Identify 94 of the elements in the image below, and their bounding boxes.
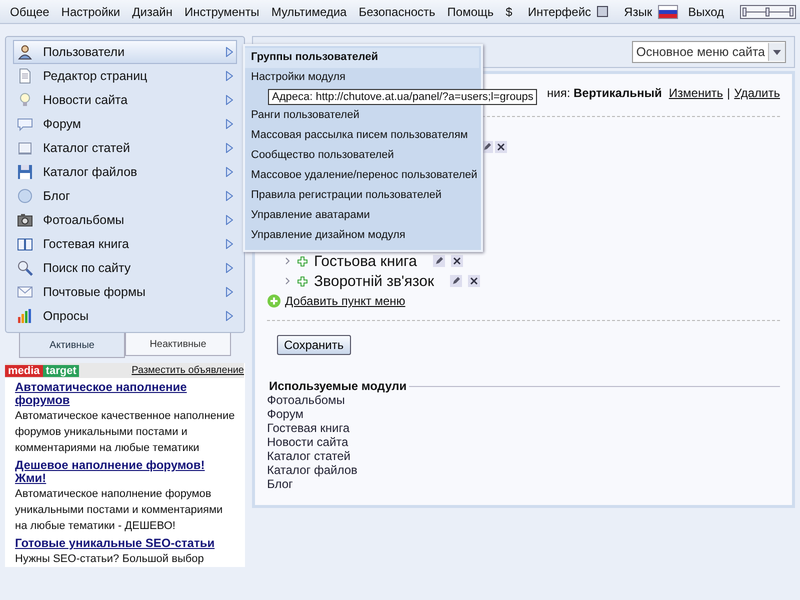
bar-chart-icon: [17, 308, 33, 324]
save-button[interactable]: Сохранить: [277, 335, 351, 355]
caret-icon: [768, 43, 785, 61]
submenu-item[interactable]: Настройки модуля: [251, 68, 479, 88]
sidebar-item[interactable]: Почтовые формы: [13, 280, 237, 304]
menu-select[interactable]: Основное меню сайта: [632, 41, 786, 63]
sidebar-item[interactable]: Каталог файлов: [13, 160, 237, 184]
slider-icon[interactable]: [740, 4, 796, 18]
submenu-item[interactable]: Управление аватарами: [251, 206, 479, 226]
module-link[interactable]: Гостевая книга: [267, 421, 780, 435]
close-icon[interactable]: [495, 141, 507, 153]
sidebar-item[interactable]: Опросы: [13, 304, 237, 328]
sidebar-item[interactable]: Поиск по сайту: [13, 256, 237, 280]
edit-link[interactable]: Изменить: [668, 86, 724, 100]
speech-bubble-icon: [17, 116, 33, 132]
submenu-item[interactable]: Массовое удаление/перенос пользователей: [251, 166, 479, 186]
sidebar-item[interactable]: Форум: [13, 112, 237, 136]
plus-icon: [297, 276, 308, 286]
top-menu-item[interactable]: Дизайн: [126, 4, 178, 18]
triangle-icon: [226, 215, 233, 225]
submenu-item[interactable]: Сообщество пользователей: [251, 146, 479, 166]
sidebar-item[interactable]: Редактор страниц: [13, 64, 237, 88]
triangle-icon: [226, 263, 233, 273]
triangle-icon: [226, 119, 233, 129]
submenu-item[interactable]: Управление дизайном модуля: [251, 226, 479, 246]
submenu-item[interactable]: Ранги пользователей: [251, 106, 479, 126]
delete-link[interactable]: Удалить: [734, 86, 780, 100]
module-link[interactable]: Форум: [267, 407, 780, 421]
chevron-icon[interactable]: [285, 277, 291, 285]
module-link[interactable]: Каталог статей: [267, 449, 780, 463]
camera-icon: [17, 212, 33, 228]
triangle-icon: [226, 287, 233, 297]
url-tooltip: Адреса: http://chutove.at.ua/panel/?a=users;l=groups: [268, 89, 538, 105]
sidebar-item[interactable]: Каталог статей: [13, 136, 237, 160]
tab[interactable]: Неактивные: [125, 333, 231, 356]
triangle-icon: [226, 191, 233, 201]
submenu-item[interactable]: Массовая рассылка писем пользователям: [251, 126, 479, 146]
triangle-icon: [226, 311, 233, 321]
modules-heading: Используемые модули: [268, 379, 408, 393]
module-link[interactable]: Новости сайта: [267, 435, 780, 449]
interface-checkbox[interactable]: [597, 6, 608, 17]
ad-text: Нужны SEO-статьи? Большой выбор: [15, 552, 205, 567]
page-icon: [17, 68, 33, 84]
triangle-icon: [226, 47, 233, 57]
sidebar-item[interactable]: Новости сайта: [13, 88, 237, 112]
user-icon: [17, 44, 33, 60]
module-link[interactable]: Каталог файлов: [267, 463, 780, 477]
top-menu-item[interactable]: Безопасность: [352, 4, 442, 18]
triangle-icon: [226, 167, 233, 177]
menu-item-label[interactable]: Гостьова книга: [314, 252, 418, 270]
submenu-item[interactable]: Группы пользователей: [245, 48, 479, 68]
ad-text: Автоматическое качественное наполнение форумов уникальными постами и комментариями на любые тематики: [15, 409, 236, 456]
place-ad-link[interactable]: Разместить объявление: [132, 365, 244, 376]
triangle-icon: [226, 239, 233, 249]
top-menu-item[interactable]: Настройки: [55, 4, 126, 18]
flag-icon[interactable]: [658, 4, 678, 18]
triangle-icon: [226, 143, 233, 153]
ad-text: Автоматическое наполнение форумов уникальными постами и комментариями на любые тематики - ДЕШЕВО!: [15, 487, 224, 534]
pencil-icon[interactable]: [450, 275, 462, 287]
lightbulb-icon: [17, 92, 33, 108]
chevron-icon[interactable]: [285, 257, 291, 265]
sidebar-item[interactable]: Фотоальбомы: [13, 208, 237, 232]
top-menu-item[interactable]: Общее: [4, 4, 56, 18]
module-link[interactable]: Фотоальбомы: [267, 393, 780, 407]
top-menu-item[interactable]: Мультимедиа: [265, 4, 353, 18]
ad-title-link[interactable]: Готовые уникальные SEO-статьи: [15, 537, 234, 550]
module-link[interactable]: Блог: [267, 477, 780, 491]
sidebar-item[interactable]: Пользователи: [13, 40, 237, 64]
link-separator: |: [727, 86, 730, 100]
sidebar-item[interactable]: Блог: [13, 184, 237, 208]
ad-logo-left[interactable]: media: [5, 364, 43, 376]
top-menu-item[interactable]: Инструменты: [178, 4, 266, 18]
ad-title-link[interactable]: Автоматическое наполнение форумов: [15, 381, 234, 407]
sidebar-item[interactable]: Гостевая книга: [13, 232, 237, 256]
add-menu-item-link[interactable]: Добавить пункт меню: [285, 294, 406, 308]
plus-icon: [297, 256, 308, 266]
submenu-item[interactable]: Правила регистрации пользователей: [251, 186, 479, 206]
search-icon: [17, 260, 33, 276]
triangle-icon: [226, 71, 233, 81]
menu-item-label[interactable]: Зворотній зв'язок: [314, 272, 434, 290]
logout-link[interactable]: Выход: [682, 4, 730, 18]
triangle-icon: [226, 95, 233, 105]
menu-type-text: ния: Вертикальный: [547, 86, 662, 100]
ad-title-link[interactable]: Дешевое наполнение форумов! Жми!: [15, 459, 234, 485]
pencil-icon[interactable]: [433, 255, 446, 267]
interface-label[interactable]: Интерфейс: [522, 4, 598, 18]
top-menu-item[interactable]: $: [500, 4, 518, 18]
close-icon[interactable]: [451, 255, 464, 267]
open-book-icon: [17, 236, 33, 252]
close-icon[interactable]: [468, 275, 480, 287]
envelope-icon: [17, 284, 33, 300]
tab[interactable]: Активные: [19, 333, 125, 358]
top-menu-item[interactable]: Помощь: [441, 4, 500, 18]
language-label[interactable]: Язык: [618, 4, 658, 18]
